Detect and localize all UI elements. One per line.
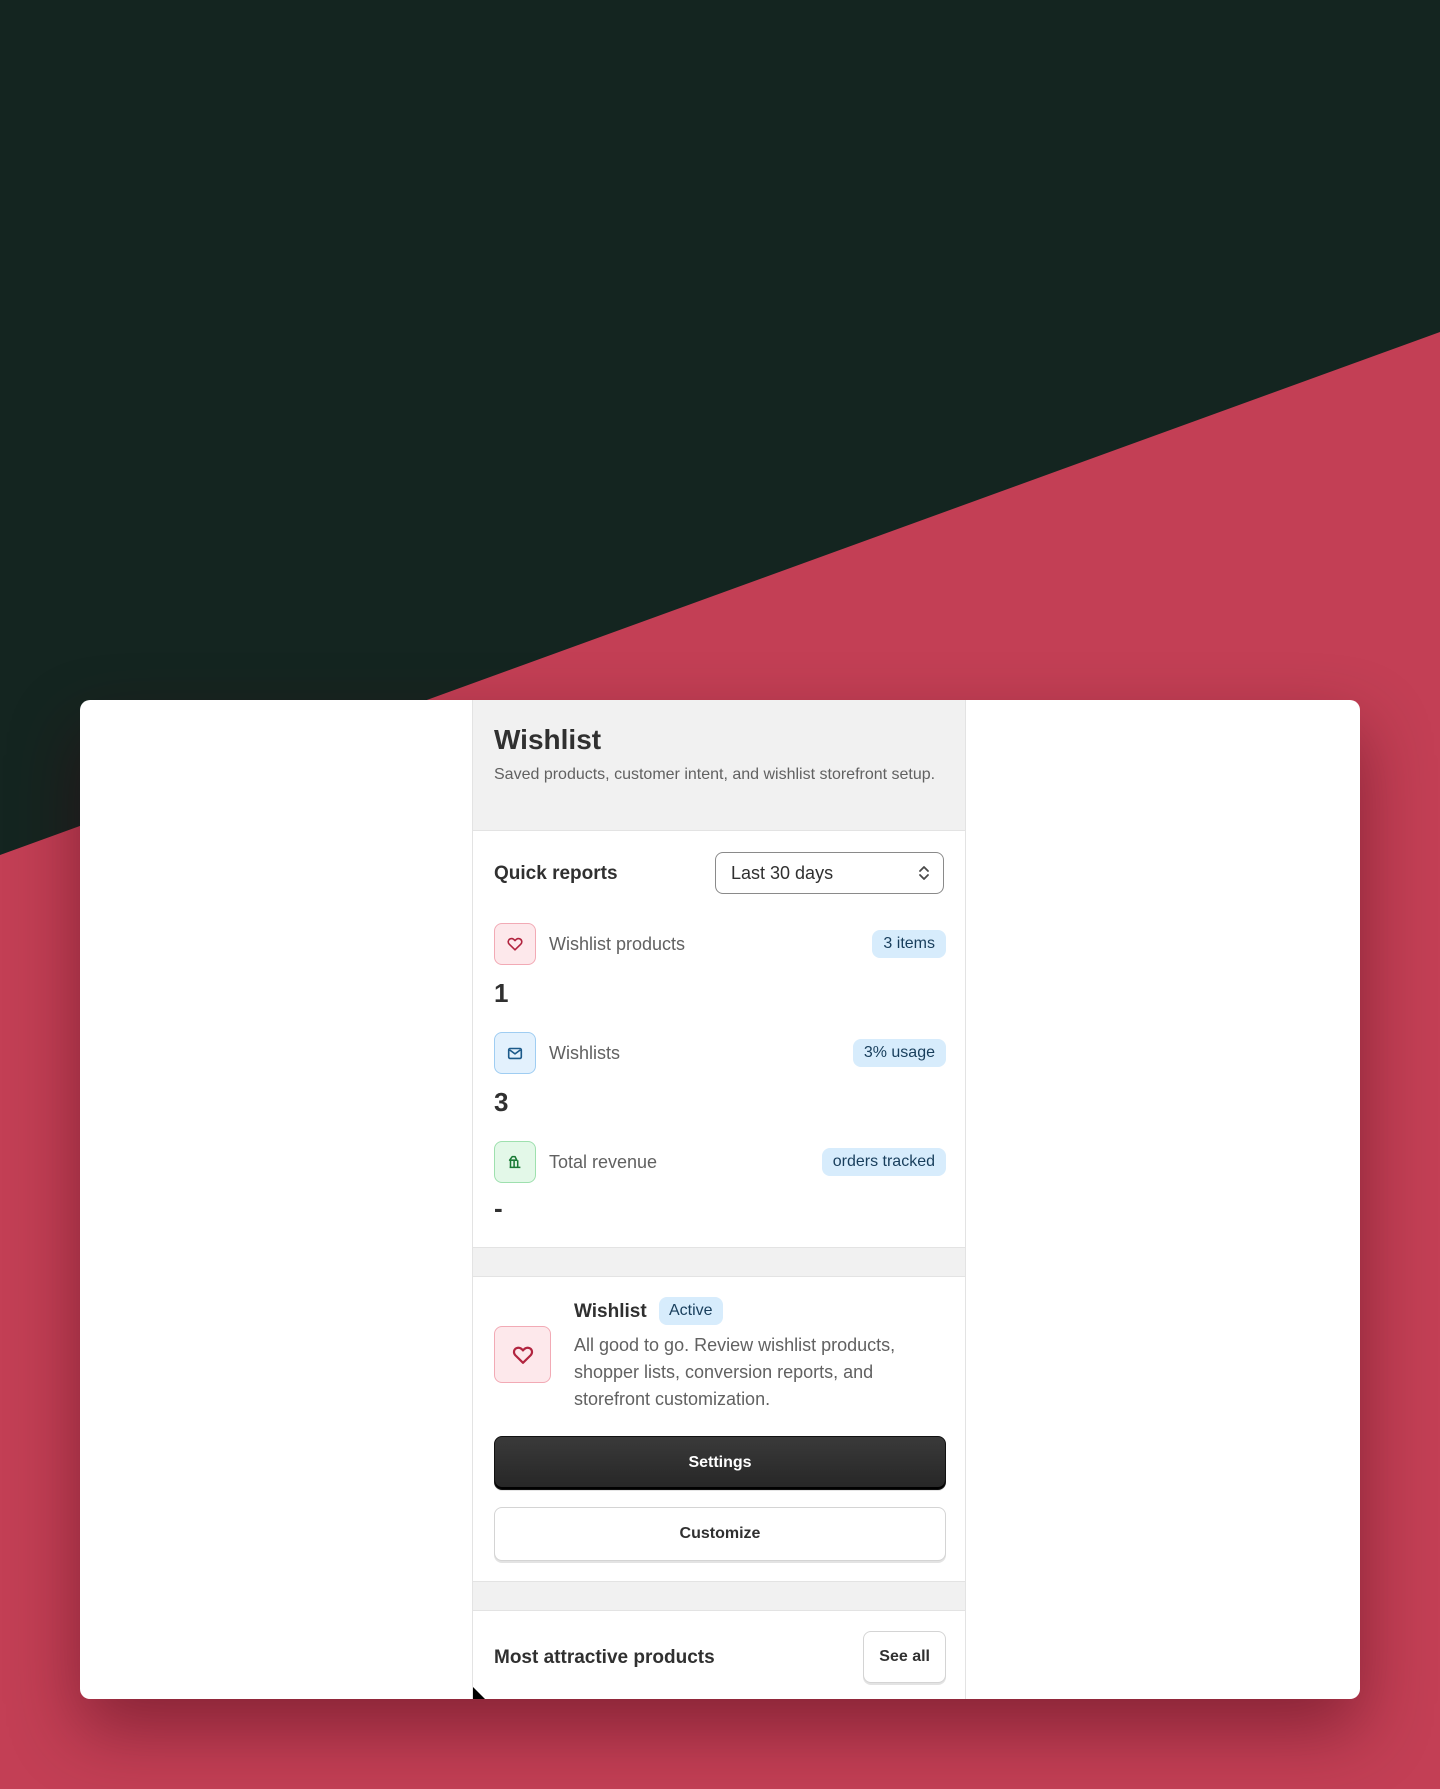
window-corner-mark: [473, 1687, 485, 1699]
select-arrows-icon: [917, 863, 931, 888]
customize-button[interactable]: Customize: [494, 1507, 946, 1561]
metric-value-total-revenue: -: [494, 1193, 503, 1223]
status-title: Wishlist: [574, 1301, 647, 1322]
quick-reports-card: Quick reports Last 30 days Wishlist prod…: [473, 830, 965, 1248]
date-range-select[interactable]: Last 30 days: [715, 852, 944, 894]
bank-icon: [494, 1141, 536, 1183]
metric-label-wishlist-products: Wishlist products: [549, 934, 686, 954]
page-title: Wishlist: [494, 724, 602, 755]
heart-icon: [494, 1326, 551, 1383]
metric-value-wishlists: 3: [494, 1087, 509, 1117]
quick-reports-title: Quick reports: [494, 863, 618, 884]
metric-badge-items: 3 items: [872, 930, 946, 958]
app-window: Wishlist Saved products, customer intent…: [80, 700, 1360, 1699]
wishlist-panel: Wishlist Saved products, customer intent…: [472, 700, 966, 1699]
metric-badge-usage: 3% usage: [852, 1039, 946, 1067]
status-description: All good to go. Review wishlist products…: [574, 1335, 896, 1409]
metric-label-total-revenue: Total revenue: [549, 1152, 658, 1172]
page-header: Wishlist Saved products, customer intent…: [473, 700, 965, 808]
metric-badge-orders: orders tracked: [821, 1148, 946, 1176]
status-badge: Active: [659, 1297, 723, 1325]
metric-value-wishlist-products: 1: [494, 978, 509, 1008]
mail-icon: [494, 1032, 536, 1074]
settings-button[interactable]: Settings: [494, 1436, 946, 1490]
page-subtitle: Saved products, customer intent, and wis…: [494, 766, 936, 783]
see-all-button[interactable]: See all: [863, 1631, 946, 1683]
date-range-value: Last 30 days: [731, 863, 834, 883]
attractive-products-title: Most attractive products: [494, 1647, 715, 1668]
wishlist-status-card: Wishlist Active All good to go. Review w…: [473, 1276, 965, 1582]
heart-icon: [494, 923, 536, 965]
attractive-products-card: Most attractive products See all: [473, 1610, 965, 1699]
metric-label-wishlists: Wishlists: [549, 1043, 620, 1063]
